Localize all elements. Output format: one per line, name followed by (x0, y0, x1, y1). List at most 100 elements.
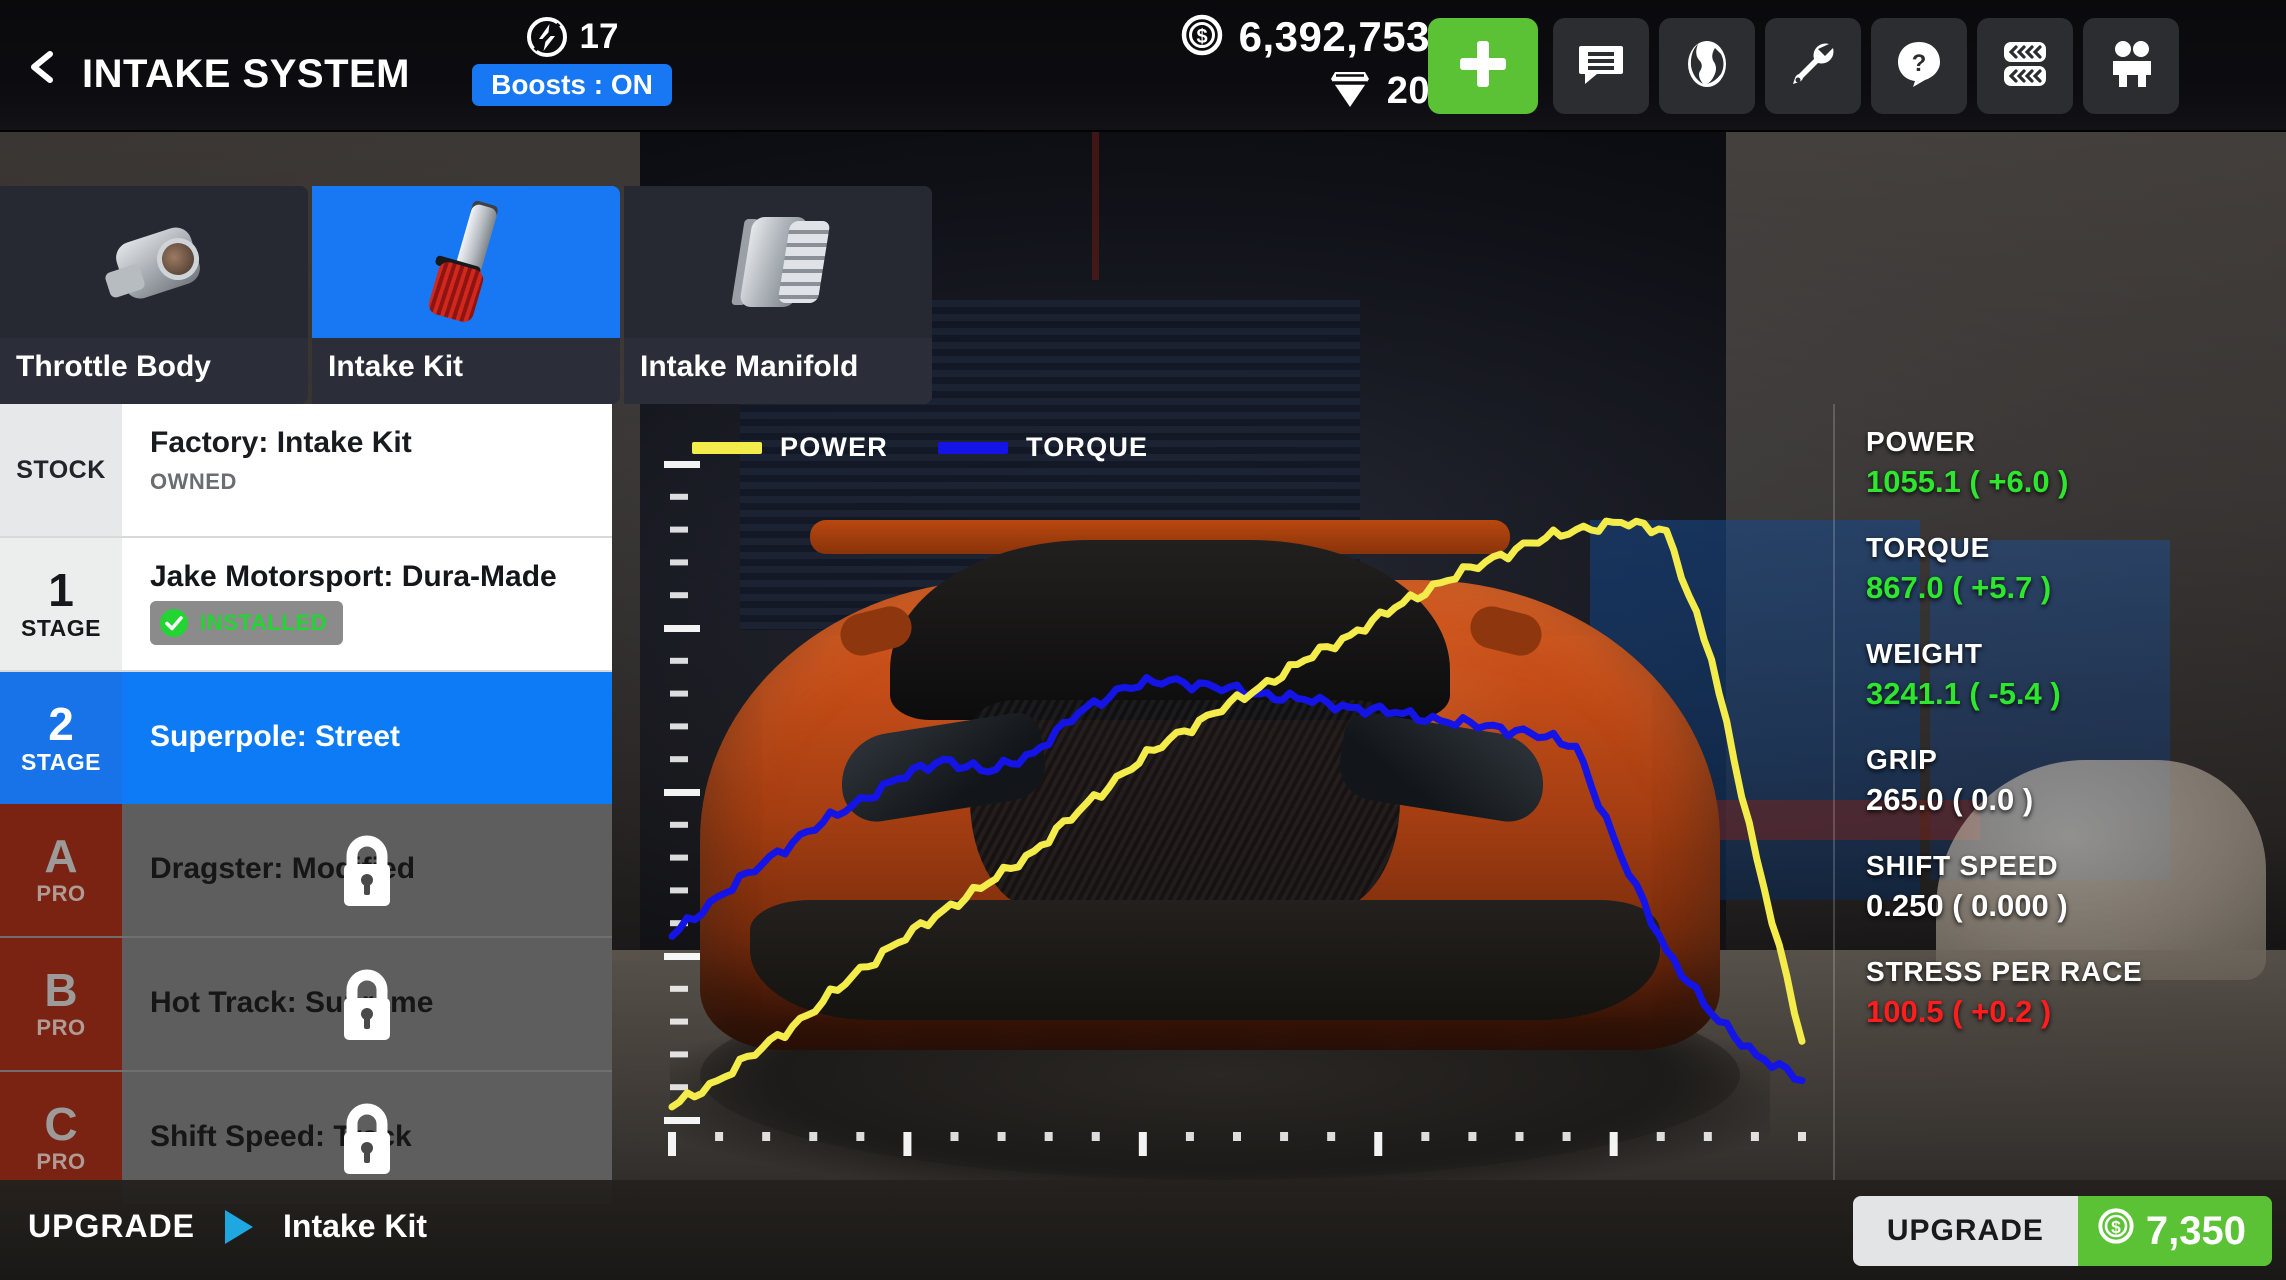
currency-display: $ 6,392,753 20 (1110, 10, 1430, 118)
crew-icon (2105, 38, 2157, 95)
game-screen: INTAKE SYSTEM 17 Boosts : ON $ 6,392,753… (0, 0, 2286, 1280)
stat-label: SHIFT SPEED (1866, 850, 2059, 881)
category-tab-label: Throttle Body (16, 350, 211, 383)
cash-row[interactable]: $ 6,392,753 (1110, 10, 1430, 64)
garage-button[interactable] (1765, 18, 1861, 114)
svg-text:$: $ (1196, 26, 1207, 48)
gems-row[interactable]: 20 (1110, 64, 1430, 118)
status-badge: INSTALLED (150, 601, 344, 645)
part-category-tabs: Throttle Body Intake Kit Intake Manifold (0, 186, 932, 404)
category-tab-label: Intake Kit (328, 350, 464, 383)
category-tab-throttle-body[interactable]: Throttle Body (0, 186, 308, 404)
boost-group: 17 Boosts : ON (472, 16, 672, 106)
question-icon: ? (1893, 38, 1945, 95)
stat-power: POWER 1055.1 ( +6.0 ) (1866, 426, 2286, 500)
part-stage-number: 1 (48, 563, 74, 616)
header-icon-buttons: ? (1553, 18, 2179, 114)
stat-value: 867.0 ( +5.7 ) (1866, 570, 2052, 605)
tires-button[interactable] (1977, 18, 2073, 114)
stat-shift-speed: SHIFT SPEED 0.250 ( 0.000 ) (1866, 850, 2286, 924)
part-stage-number: A (44, 830, 78, 882)
lock-icon (334, 966, 400, 1042)
part-stage-number: B (44, 964, 78, 1016)
part-info: Factory: Intake Kit OWNED (122, 404, 612, 536)
crew-button[interactable] (2083, 18, 2179, 114)
lock-icon (334, 832, 400, 908)
list-item[interactable]: STOCK Factory: Intake Kit OWNED (0, 404, 612, 536)
part-stage-badge: 2 STAGE (0, 672, 122, 804)
stat-torque: TORQUE 867.0 ( +5.7 ) (1866, 532, 2286, 606)
boosts-toggle[interactable]: Boosts : ON (472, 64, 672, 106)
boost-count: 17 (579, 17, 619, 56)
gem-icon (1327, 67, 1373, 116)
list-item[interactable]: 2 STAGE Superpole: Street (0, 672, 612, 804)
coin-dollar-icon: $ (1179, 12, 1225, 63)
page-title: INTAKE SYSTEM (82, 52, 411, 96)
stat-value: 3241.1 ( -5.4 ) (1866, 676, 2061, 711)
cash-amount: 6,392,753 (1238, 13, 1430, 60)
chevron-left-icon (26, 50, 60, 84)
category-thumb (0, 186, 308, 338)
list-item[interactable]: A PRO Dragster: Modified (0, 804, 612, 936)
check-circle-icon (159, 608, 189, 638)
list-item[interactable]: B PRO Hot Track: Supreme (0, 938, 612, 1070)
tires-icon (1998, 38, 2052, 95)
coin-dollar-icon: $ (2096, 1206, 2136, 1256)
boost-bolt-icon (526, 16, 568, 58)
boost-counter: 17 (472, 16, 672, 58)
svg-text:$: $ (2111, 1217, 2121, 1237)
category-tab-intake-manifold[interactable]: Intake Manifold (624, 186, 932, 404)
part-stage-badge: 1 STAGE (0, 538, 122, 670)
back-button[interactable] (26, 50, 60, 84)
status-badge-label: INSTALLED (200, 610, 328, 635)
intake-kit-icon (411, 199, 521, 325)
plus-icon (1455, 36, 1511, 97)
gem-amount: 20 (1386, 69, 1430, 112)
upgrade-button[interactable]: UPGRADE $ 7,350 (1852, 1196, 2272, 1266)
stat-stress-per-race: STRESS PER RACE 100.5 ( +0.2 ) (1866, 956, 2286, 1030)
part-stage-label: STAGE (20, 614, 102, 641)
breadcrumb-target: Intake Kit (283, 1208, 428, 1244)
globe-icon (1681, 38, 1733, 95)
category-tab-label: Intake Manifold (640, 350, 859, 383)
triangle-right-icon (225, 1209, 254, 1244)
part-stage-number: 2 (48, 697, 74, 750)
add-currency-button[interactable] (1428, 18, 1538, 114)
world-button[interactable] (1659, 18, 1755, 114)
upgrade-price: $ 7,350 (2077, 1196, 2272, 1266)
part-info: Jake Motorsport: Dura-Made INSTALLED (122, 538, 612, 670)
parts-list: STOCK Factory: Intake Kit OWNED 1 STAGE … (0, 404, 612, 1204)
stats-panel: POWER 1055.1 ( +6.0 ) TORQUE 867.0 ( +5.… (1838, 404, 2286, 1180)
part-stage-label: PRO (36, 1015, 86, 1040)
part-stage-badge: B PRO (0, 938, 122, 1070)
svg-text:?: ? (1912, 50, 1927, 77)
category-tab-intake-kit[interactable]: Intake Kit (312, 186, 620, 404)
breadcrumb: UPGRADE Intake Kit (28, 1208, 427, 1245)
stat-value: 265.0 ( 0.0 ) (1866, 782, 2034, 817)
top-header-bar: INTAKE SYSTEM 17 Boosts : ON $ 6,392,753… (0, 0, 2286, 132)
category-thumb (624, 186, 932, 338)
intake-manifold-icon (722, 207, 834, 317)
stat-value: 0.250 ( 0.000 ) (1866, 888, 2068, 923)
chat-button[interactable] (1553, 18, 1649, 114)
part-stage-label: PRO (36, 881, 86, 906)
stat-label: TORQUE (1866, 532, 1991, 563)
wrench-icon (1787, 38, 1839, 95)
chat-icon (1575, 38, 1627, 95)
part-stage-badge: A PRO (0, 804, 122, 936)
part-stage-label: STOCK (16, 455, 106, 484)
part-name: Factory: Intake Kit (150, 426, 412, 459)
stat-label: GRIP (1866, 744, 1938, 775)
help-button[interactable]: ? (1871, 18, 1967, 114)
part-name: Jake Motorsport: Dura-Made (150, 560, 557, 593)
chart-plot-area (664, 461, 1806, 1156)
list-item[interactable]: 1 STAGE Jake Motorsport: Dura-Made INSTA… (0, 538, 612, 670)
part-info: Dragster: Modified (122, 804, 612, 936)
part-name: Superpole: Street (150, 720, 401, 753)
stat-label: POWER (1866, 426, 1976, 457)
part-stage-number: C (44, 1098, 78, 1150)
stat-label: WEIGHT (1866, 638, 1983, 669)
throttle-body-icon (99, 216, 209, 308)
stat-grip: GRIP 265.0 ( 0.0 ) (1866, 744, 2286, 818)
breadcrumb-action: UPGRADE (28, 1208, 196, 1244)
